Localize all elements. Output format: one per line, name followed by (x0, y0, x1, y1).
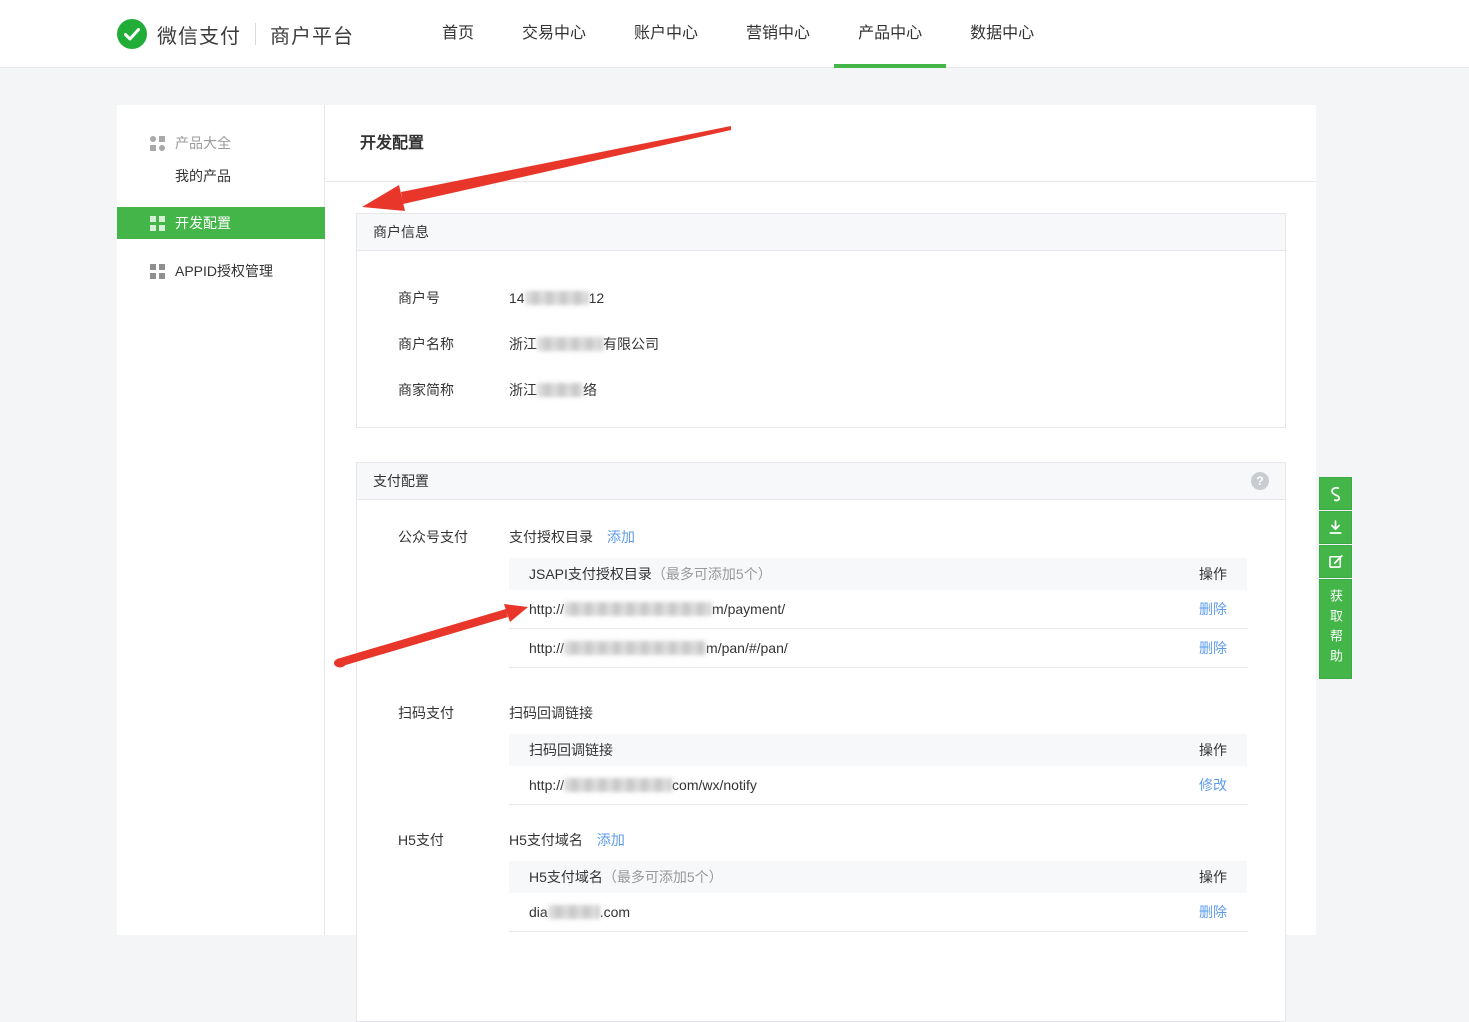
floating-toolbar: 获取帮助 (1319, 477, 1352, 680)
payment-config-box: 支付配置 ? 公众号支付 支付授权目录 添加 JSAPI支付授权目录（最多可添加… (356, 462, 1286, 1022)
redacted-text (537, 337, 603, 351)
link-icon-button[interactable] (1319, 477, 1352, 510)
main-panel: 开发配置 商户信息 商户号 1412 商户名称 浙江有限公司 (325, 105, 1316, 935)
jsapi-table-header: JSAPI支付授权目录（最多可添加5个） 操作 (509, 558, 1247, 590)
op-column-header: 操作 (1199, 861, 1227, 893)
redacted-text (525, 291, 589, 305)
merchant-shortname-row: 商家简称 浙江络 (357, 367, 1285, 413)
h5-domain-label: H5支付域名 (509, 830, 583, 850)
nav-item-data[interactable]: 数据中心 (970, 0, 1034, 68)
merchant-id-value: 1412 (509, 290, 604, 306)
jsapi-pay-label: 公众号支付 (398, 527, 468, 547)
logo: 微信支付 商户平台 (117, 0, 354, 68)
delete-link[interactable]: 删除 (1199, 902, 1227, 922)
nav-item-transactions[interactable]: 交易中心 (522, 0, 586, 68)
merchant-name-label: 商户名称 (398, 334, 509, 354)
sidebar-item-dev-config[interactable]: 开发配置 (117, 207, 325, 239)
sidebar-group-label: 产品大全 (175, 133, 231, 153)
add-h5-domain-link[interactable]: 添加 (597, 830, 625, 850)
top-navbar: 微信支付 商户平台 首页 交易中心 账户中心 营销中心 产品中心 数据中心 (0, 0, 1469, 68)
merchant-shortname-value: 浙江络 (509, 380, 597, 400)
op-column-header: 操作 (1199, 558, 1227, 590)
content-card: 产品大全 我的产品 开发配置 APPID授权管理 开发配置 商户信息 商户号 (117, 105, 1316, 935)
edit-icon (1326, 552, 1345, 571)
modify-link[interactable]: 修改 (1199, 775, 1227, 795)
auth-dir-row: http://m/payment/ 删除 (509, 590, 1247, 629)
merchant-info-header: 商户信息 (357, 214, 1285, 251)
payment-config-header: 支付配置 ? (357, 463, 1285, 500)
appid-grid-icon (150, 264, 165, 279)
auth-dir-url: http://m/pan/#/pan/ (529, 640, 788, 656)
merchant-info-rows: 商户号 1412 商户名称 浙江有限公司 商家简称 浙江络 (357, 251, 1285, 413)
get-help-label: 获取帮助 (1319, 589, 1352, 669)
native-sub-row: 扫码回调链接 (509, 703, 593, 723)
callback-url-row: http://com/wx/notify 修改 (509, 766, 1247, 805)
h5-domain-row: dia.com 删除 (509, 893, 1247, 932)
download-icon (1326, 518, 1345, 537)
redacted-text (564, 778, 672, 792)
help-question-icon[interactable]: ? (1251, 472, 1269, 490)
merchant-id-label: 商户号 (398, 288, 509, 308)
sidebar-group-products[interactable]: 产品大全 (117, 127, 325, 159)
native-table-header: 扫码回调链接 操作 (509, 734, 1247, 766)
redacted-text (537, 383, 583, 397)
wechat-pay-logo-icon (117, 19, 147, 49)
get-help-button[interactable]: 获取帮助 (1319, 579, 1352, 679)
add-auth-dir-link[interactable]: 添加 (607, 527, 635, 547)
nav-item-account[interactable]: 账户中心 (634, 0, 698, 68)
page-title-row: 开发配置 (325, 105, 1316, 182)
nav-item-marketing[interactable]: 营销中心 (746, 0, 810, 68)
redacted-text (564, 602, 712, 616)
merchant-name-row: 商户名称 浙江有限公司 (357, 321, 1285, 367)
redacted-text (564, 641, 706, 655)
product-name: 商户平台 (270, 20, 354, 49)
nav-item-products-active[interactable]: 产品中心 (858, 0, 922, 68)
redacted-text (548, 905, 600, 919)
callback-url: http://com/wx/notify (529, 777, 757, 793)
sidebar: 产品大全 我的产品 开发配置 APPID授权管理 (117, 105, 325, 935)
merchant-name-value: 浙江有限公司 (509, 334, 659, 354)
h5-pay-label: H5支付 (398, 830, 444, 850)
auth-dir-row: http://m/pan/#/pan/ 删除 (509, 629, 1247, 668)
nav-item-home[interactable]: 首页 (442, 0, 474, 68)
merchant-info-box: 商户信息 商户号 1412 商户名称 浙江有限公司 商家简称 (356, 213, 1286, 428)
dev-config-grid-icon (150, 216, 165, 231)
merchant-id-row: 商户号 1412 (357, 275, 1285, 321)
sidebar-item-my-products[interactable]: 我的产品 (117, 160, 325, 192)
jsapi-auth-dir-table: JSAPI支付授权目录（最多可添加5个） 操作 http://m/payment… (509, 558, 1247, 668)
op-column-header: 操作 (1199, 734, 1227, 766)
h5-domain: dia.com (529, 904, 630, 920)
auth-dir-url: http://m/payment/ (529, 601, 785, 617)
auth-dir-label: 支付授权目录 (509, 527, 593, 547)
h5-sub-row: H5支付域名 添加 (509, 830, 625, 850)
delete-link[interactable]: 删除 (1199, 638, 1227, 658)
h5-domain-table: H5支付域名（最多可添加5个） 操作 dia.com 删除 (509, 861, 1247, 932)
main-nav: 首页 交易中心 账户中心 营销中心 产品中心 数据中心 (442, 0, 1034, 68)
product-grid-icon (150, 136, 165, 151)
download-button[interactable] (1319, 511, 1352, 544)
delete-link[interactable]: 删除 (1199, 599, 1227, 619)
logo-divider (255, 23, 256, 45)
page-title: 开发配置 (360, 105, 424, 182)
jsapi-sub-row: 支付授权目录 添加 (509, 527, 635, 547)
h5-table-header: H5支付域名（最多可添加5个） 操作 (509, 861, 1247, 893)
brand-name: 微信支付 (157, 20, 241, 49)
sidebar-item-appid-auth[interactable]: APPID授权管理 (117, 255, 325, 287)
native-callback-table: 扫码回调链接 操作 http://com/wx/notify 修改 (509, 734, 1247, 805)
link-icon (1326, 484, 1345, 503)
callback-url-label: 扫码回调链接 (509, 703, 593, 723)
merchant-shortname-label: 商家简称 (398, 380, 509, 400)
native-pay-label: 扫码支付 (398, 703, 454, 723)
feedback-edit-button[interactable] (1319, 545, 1352, 578)
